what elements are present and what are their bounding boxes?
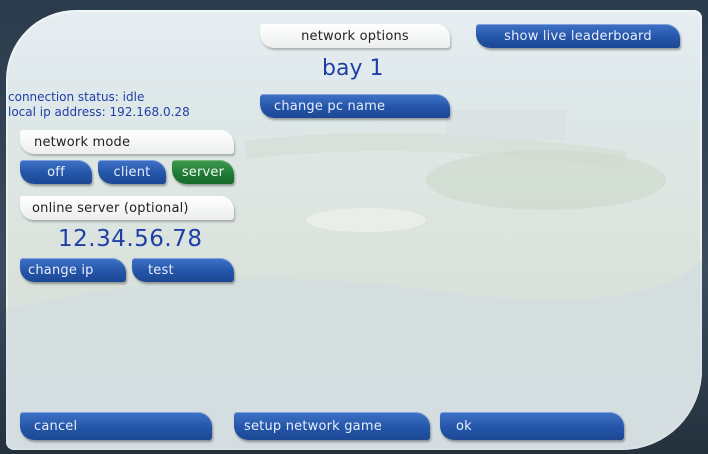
network-mode-label-box: network mode <box>20 130 234 154</box>
leaderboard-button-label: show live leaderboard <box>504 28 652 44</box>
change-pc-name-label: change pc name <box>274 98 386 114</box>
cancel-label: cancel <box>34 418 78 434</box>
pc-name: bay 1 <box>322 56 384 81</box>
connection-status: connection status: idle <box>8 90 145 104</box>
ok-label: ok <box>456 418 472 434</box>
off-label: off <box>47 164 65 180</box>
network-options-tab: network options <box>260 24 450 48</box>
server-label: server <box>181 164 225 180</box>
ok-button[interactable]: ok <box>440 412 624 440</box>
test-label: test <box>148 262 174 278</box>
local-ip-address: local ip address: 192.168.0.28 <box>8 105 190 119</box>
client-label: client <box>113 164 151 180</box>
network-mode-server-button[interactable]: server <box>172 160 234 184</box>
test-button[interactable]: test <box>132 258 234 282</box>
setup-network-game-label: setup network game <box>244 418 382 434</box>
online-server-label: online server (optional) <box>32 200 189 216</box>
network-options-label: network options <box>301 28 409 44</box>
cancel-button[interactable]: cancel <box>20 412 212 440</box>
setup-network-game-button[interactable]: setup network game <box>234 412 430 440</box>
network-options-panel: network options show live leaderboard ba… <box>6 10 702 450</box>
show-live-leaderboard-button[interactable]: show live leaderboard <box>476 24 680 48</box>
network-mode-client-button[interactable]: client <box>98 160 166 184</box>
network-mode-off-button[interactable]: off <box>20 160 92 184</box>
online-server-label-box: online server (optional) <box>20 196 234 220</box>
change-ip-label: change ip <box>28 262 94 278</box>
online-server-address: 12.34.56.78 <box>58 226 203 252</box>
network-mode-label: network mode <box>34 134 131 150</box>
change-pc-name-button[interactable]: change pc name <box>260 94 450 118</box>
change-ip-button[interactable]: change ip <box>20 258 126 282</box>
